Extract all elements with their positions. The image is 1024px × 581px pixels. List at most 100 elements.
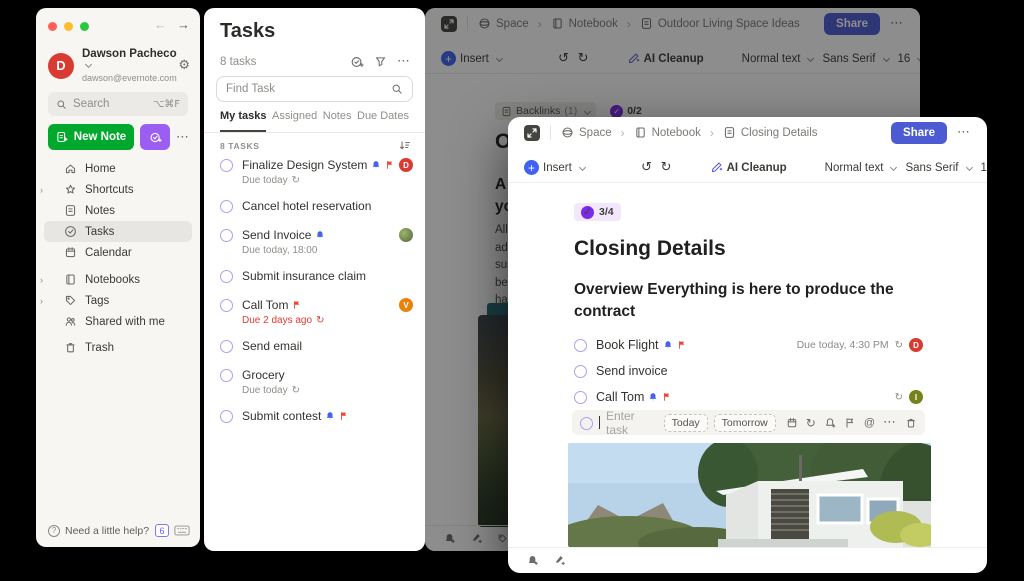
tab-my-tasks[interactable]: My tasks xyxy=(220,110,266,132)
breadcrumb-sep: › xyxy=(621,126,625,140)
breadcrumb-space[interactable]: Space xyxy=(579,127,612,139)
assignee-avatar: V xyxy=(399,298,413,312)
task-checkbox[interactable] xyxy=(220,159,233,172)
task-row[interactable]: Submit insurance claim xyxy=(220,269,413,289)
fg-window-header: Space › Notebook › Closing Details Share… xyxy=(508,117,987,148)
task-row[interactable]: Send Invoice Due today, 18:00 xyxy=(220,228,413,260)
add-task-icon[interactable] xyxy=(350,55,364,69)
task-row[interactable]: Send email xyxy=(220,339,413,359)
paragraph-style-select[interactable]: Normal text xyxy=(825,162,897,174)
new-note-button[interactable]: New Note xyxy=(48,124,134,150)
note-title[interactable]: Closing Details xyxy=(574,237,726,261)
sidebar-item-tasks[interactable]: Tasks xyxy=(44,221,192,242)
sidebar-nav: Home › Shortcuts Notes Tasks Calendar › xyxy=(44,158,192,358)
expand-chevron-icon[interactable]: › xyxy=(40,275,43,285)
task-row[interactable]: Book Flight Due today, 4:30 PM ↻ D xyxy=(574,332,923,358)
bell-plus-icon[interactable] xyxy=(526,554,539,567)
task-checkbox[interactable] xyxy=(220,229,233,242)
new-task-button[interactable] xyxy=(140,124,170,150)
task-checkbox[interactable] xyxy=(220,340,233,353)
task-checkbox[interactable] xyxy=(574,391,587,404)
plus-icon: + xyxy=(524,160,539,175)
task-row[interactable]: Call Tom Due 2 days ago↻ V xyxy=(220,298,413,330)
flag-icon[interactable] xyxy=(844,417,856,429)
task-checkbox[interactable] xyxy=(220,270,233,283)
window-controls xyxy=(48,22,89,31)
filter-icon[interactable] xyxy=(374,55,387,68)
avatar: D xyxy=(48,53,74,79)
keyboard-icon[interactable] xyxy=(174,525,190,536)
more-icon[interactable]: ⋯ xyxy=(176,130,190,145)
insert-button[interactable]: + Insert xyxy=(524,160,585,175)
task-checkbox[interactable] xyxy=(220,369,233,382)
sidebar-item-home[interactable]: Home xyxy=(44,158,192,179)
tasks-panel: Tasks 8 tasks ⋯ Find Task My tasks Assig… xyxy=(204,8,425,551)
close-window-button[interactable] xyxy=(48,22,57,31)
calendar-icon[interactable] xyxy=(786,417,798,429)
expand-icon[interactable] xyxy=(524,125,540,141)
account-switcher[interactable]: D Dawson Pacheco dawson@evernote.com ⚙ xyxy=(48,48,190,83)
font-size-select[interactable]: 16 xyxy=(981,162,988,174)
breadcrumb-notebook[interactable]: Notebook xyxy=(652,127,701,139)
due-tomorrow-button[interactable]: Tomorrow xyxy=(714,414,776,432)
trash-icon xyxy=(64,341,77,354)
task-checkbox xyxy=(580,417,593,430)
gear-icon[interactable]: ⚙ xyxy=(178,58,190,73)
back-icon[interactable]: ← xyxy=(154,17,167,32)
expand-chevron-icon[interactable]: › xyxy=(40,296,43,306)
task-checkbox[interactable] xyxy=(220,299,233,312)
sidebar-item-calendar[interactable]: Calendar xyxy=(44,242,192,263)
redo-icon[interactable]: ↻ xyxy=(661,160,672,175)
zoom-window-button[interactable] xyxy=(80,22,89,31)
at-mention-icon[interactable]: @ xyxy=(864,417,875,429)
task-checkbox[interactable] xyxy=(220,200,233,213)
task-row[interactable]: Submit contest xyxy=(220,409,413,429)
bell-icon xyxy=(648,392,658,402)
task-checkbox[interactable] xyxy=(574,339,587,352)
bell-plus-icon[interactable] xyxy=(824,417,836,429)
sidebar-item-shortcuts[interactable]: › Shortcuts xyxy=(44,179,192,200)
tab-due-dates[interactable]: Due Dates xyxy=(357,110,409,132)
expand-chevron-icon[interactable]: › xyxy=(40,185,43,195)
find-task-input[interactable]: Find Task xyxy=(216,76,413,102)
sidebar-item-trash[interactable]: Trash xyxy=(44,337,192,358)
task-row[interactable]: Cancel hotel reservation xyxy=(220,199,413,219)
font-select[interactable]: Sans Serif xyxy=(905,162,971,174)
more-icon[interactable]: ⋯ xyxy=(883,415,897,430)
task-row[interactable]: Call Tom ↻ I xyxy=(574,384,923,410)
repeat-icon: ↻ xyxy=(292,385,300,396)
sort-icon[interactable] xyxy=(398,139,411,152)
undo-icon[interactable]: ↻ xyxy=(641,160,652,175)
task-row[interactable]: Grocery Due today↻ xyxy=(220,368,413,400)
assignee-avatar: D xyxy=(909,338,923,352)
more-icon[interactable]: ⋯ xyxy=(957,125,971,140)
tab-assigned[interactable]: Assigned xyxy=(272,110,317,132)
due-today-button[interactable]: Today xyxy=(664,414,708,432)
minimize-window-button[interactable] xyxy=(64,22,73,31)
task-row[interactable]: Send invoice xyxy=(574,358,923,384)
more-icon[interactable]: ⋯ xyxy=(397,54,411,69)
task-checkbox[interactable] xyxy=(574,365,587,378)
share-button[interactable]: Share xyxy=(891,122,947,144)
trash-icon[interactable] xyxy=(905,417,917,429)
sidebar-item-notes[interactable]: Notes xyxy=(44,200,192,221)
breadcrumb-note[interactable]: Closing Details xyxy=(741,127,818,139)
help-row[interactable]: ? Need a little help? 6 xyxy=(48,524,190,537)
sidebar-item-shared[interactable]: Shared with me xyxy=(44,311,192,332)
ai-cleanup-button[interactable]: AI Cleanup xyxy=(710,161,787,174)
task-checkbox[interactable] xyxy=(220,410,233,423)
tag-icon xyxy=(64,294,77,307)
tab-notes[interactable]: Notes xyxy=(323,110,352,132)
sidebar-item-tags[interactable]: › Tags xyxy=(44,290,192,311)
task-row[interactable]: Finalize Design System Due today↻ D xyxy=(220,158,413,190)
pen-plus-icon[interactable] xyxy=(553,554,566,567)
note-heading[interactable]: Overview Everything is here to produce t… xyxy=(574,279,914,323)
forward-icon[interactable]: → xyxy=(177,17,190,32)
help-badge: 6 xyxy=(155,524,169,537)
repeat-icon[interactable]: ↻ xyxy=(806,416,816,430)
house-photo[interactable] xyxy=(568,443,931,547)
search-input[interactable]: Search ⌥⌘F xyxy=(48,92,188,116)
assignee-avatar: I xyxy=(909,390,923,404)
sidebar-item-notebooks[interactable]: › Notebooks xyxy=(44,269,192,290)
new-task-input[interactable]: Enter task Today Tomorrow ↻ @ ⋯ xyxy=(572,410,925,435)
